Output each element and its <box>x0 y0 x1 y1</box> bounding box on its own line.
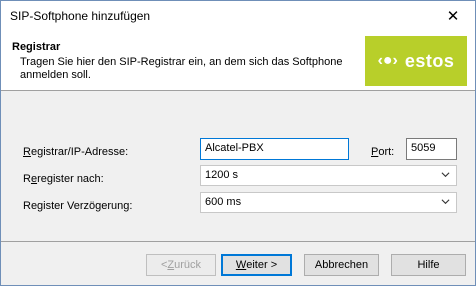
reregister-value: 1200 s <box>205 169 239 181</box>
register-delay-select[interactable]: 600 ms <box>200 192 457 213</box>
back-button[interactable]: < Zurück <box>146 254 216 276</box>
register-delay-value: 600 ms <box>205 196 242 208</box>
window-title: SIP-Softphone hinzufügen <box>10 9 151 23</box>
page-title: Registrar <box>12 41 61 53</box>
reregister-label: Reregister nach: <box>23 173 104 185</box>
registrar-input[interactable]: Alcatel-PBX <box>200 138 349 160</box>
next-button[interactable]: Weiter > <box>221 254 292 276</box>
register-delay-label: Register Verzögerung: <box>23 200 133 212</box>
cancel-button[interactable]: Abbrechen <box>304 254 379 276</box>
chevron-down-icon <box>441 172 450 178</box>
help-button[interactable]: Hilfe <box>391 254 466 276</box>
port-label: Port: <box>371 146 395 158</box>
logo-text: estos <box>404 50 455 71</box>
chevron-down-icon <box>441 199 450 205</box>
reregister-select[interactable]: 1200 s <box>200 165 457 186</box>
page-description: Tragen Sie hier den SIP-Registrar ein, a… <box>20 56 343 81</box>
estos-logo: ‹●› estos <box>365 36 467 86</box>
registrar-label-text: Registrar/IP-Adresse: <box>23 146 129 158</box>
title-bar: SIP-Softphone hinzufügen ✕ <box>1 1 475 31</box>
estos-logo-icon: ‹●› <box>377 52 398 69</box>
dialog-window: SIP-Softphone hinzufügen ✕ Registrar Tra… <box>0 0 476 286</box>
button-bar: < Zurück Weiter > Abbrechen Hilfe <box>1 242 475 285</box>
port-input[interactable]: 5059 <box>406 138 457 160</box>
close-icon[interactable]: ✕ <box>431 1 475 31</box>
wizard-header: Registrar Tragen Sie hier den SIP-Regist… <box>1 32 475 90</box>
